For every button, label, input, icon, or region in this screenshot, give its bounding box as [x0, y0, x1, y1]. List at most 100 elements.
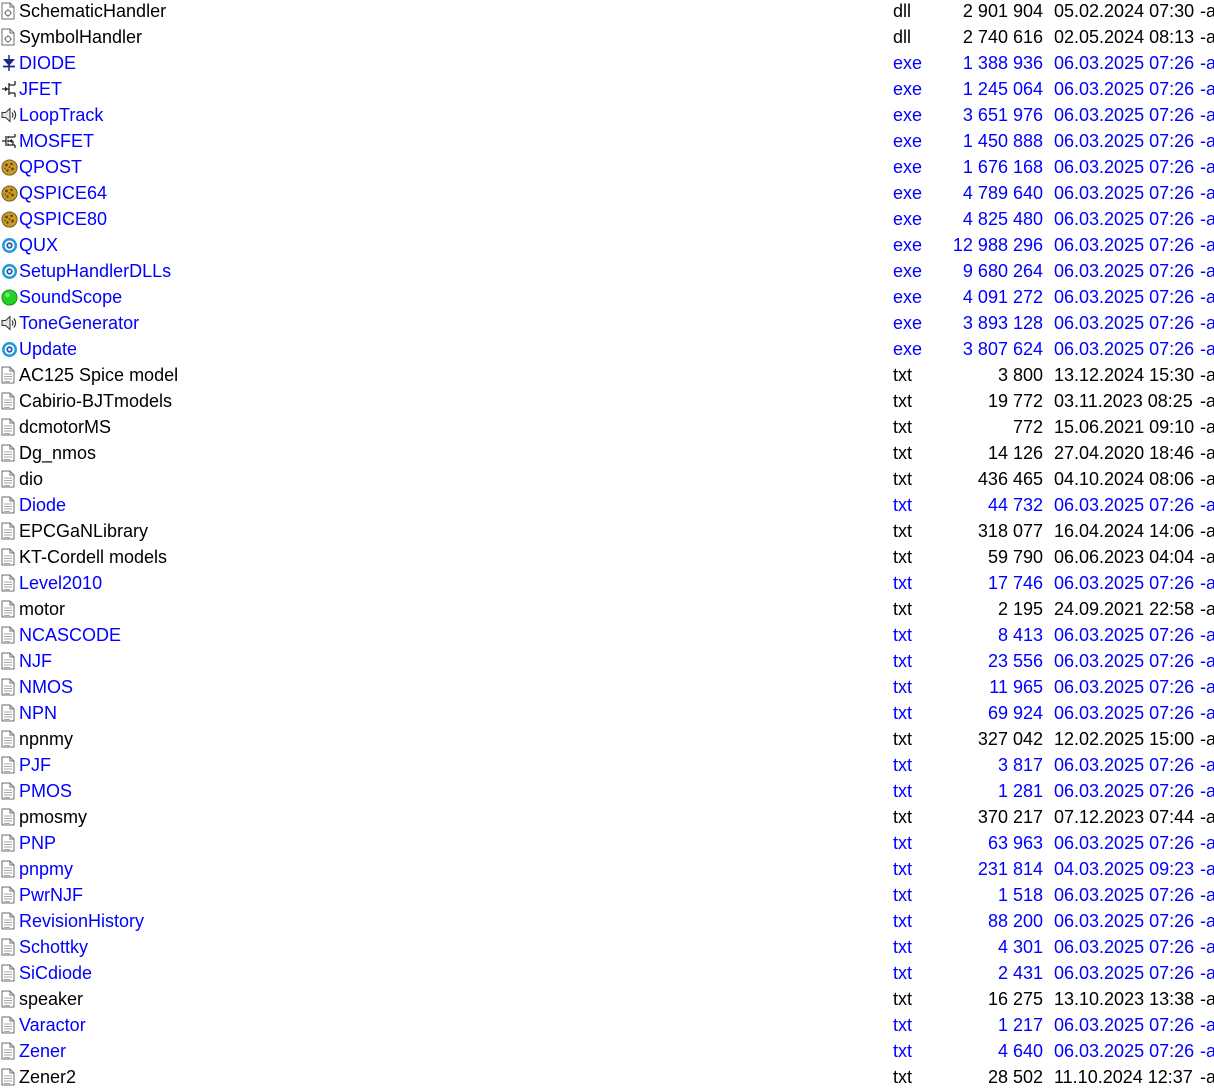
file-size: 327 042	[977, 729, 1043, 749]
text-file-icon	[1, 990, 17, 1008]
file-row[interactable]: KT-Cordell models txt 59 790 06.06.2023 04:…	[0, 544, 1214, 570]
file-row[interactable]: PMOS txt 1 281 06.03.2025 07:26 -a	[0, 778, 1214, 804]
file-name: SiCdiode	[19, 963, 93, 983]
file-row[interactable]: pnpmy txt 231 814 04.03.2025 09:23 -a	[0, 856, 1214, 882]
file-name: pnpmy	[19, 859, 74, 879]
file-attributes: -a	[1200, 937, 1214, 957]
file-attributes: -a	[1200, 1, 1214, 21]
file-size: 17 746	[987, 573, 1043, 593]
file-row[interactable]: JFET exe 1 245 064 06.03.2025 07:26 -a	[0, 76, 1214, 102]
file-row[interactable]: MOSFET exe 1 450 888 06.03.2025 07:26 -a	[0, 128, 1214, 154]
file-extension: txt	[893, 1015, 913, 1035]
file-size: 4 301	[997, 937, 1043, 957]
file-extension: txt	[893, 443, 913, 463]
speaker-icon	[1, 314, 17, 332]
file-row[interactable]: dio txt 436 465 04.10.2024 08:06 -a	[0, 466, 1214, 492]
file-extension: txt	[893, 729, 913, 749]
file-row[interactable]: PJF txt 3 817 06.03.2025 07:26 -a	[0, 752, 1214, 778]
qspice-cookie-icon	[1, 184, 18, 202]
blue-target-icon	[1, 340, 17, 358]
file-row[interactable]: LoopTrack exe 3 651 976 06.03.2025 07:26 -a	[0, 102, 1214, 128]
file-row[interactable]: SoundScope exe 4 091 272 06.03.2025 07:26 -a	[0, 284, 1214, 310]
file-row[interactable]: motor txt 2 195 24.09.2021 22:58 -a	[0, 596, 1214, 622]
file-size: 3 893 128	[962, 313, 1043, 333]
file-name: JFET	[19, 79, 62, 99]
file-date: 06.03.2025 07:26	[1054, 885, 1195, 905]
file-name: NCASCODE	[19, 625, 122, 645]
file-row[interactable]: ToneGenerator exe 3 893 128 06.03.2025 07:2…	[0, 310, 1214, 336]
file-extension: exe	[893, 105, 923, 125]
file-extension: txt	[893, 989, 913, 1009]
file-row[interactable]: EPCGaNLibrary txt 318 077 16.04.2024 14:06-…	[0, 518, 1214, 544]
file-extension: exe	[893, 157, 923, 177]
file-date: 06.03.2025 07:26	[1054, 313, 1195, 333]
file-row[interactable]: QUX exe 12 988 296 06.03.2025 07:26 -a	[0, 232, 1214, 258]
file-row[interactable]: Level2010 txt 17 746 06.03.2025 07:26 -a	[0, 570, 1214, 596]
file-date: 06.03.2025 07:26	[1054, 157, 1195, 177]
file-row[interactable]: Varactor txt 1 217 06.03.2025 07:26 -a	[0, 1012, 1214, 1038]
file-size: 14 126	[987, 443, 1043, 463]
text-file-icon	[1, 626, 17, 644]
file-attributes: -a	[1200, 469, 1214, 489]
file-name: SymbolHandler	[19, 27, 143, 47]
file-row[interactable]: RevisionHistory txt 88 200 06.03.2025 07:26…	[0, 908, 1214, 934]
file-attributes: -a	[1200, 599, 1214, 619]
file-name: QSPICE80	[19, 209, 108, 229]
file-row[interactable]: DIODE exe 1 388 936 06.03.2025 07:26 -a	[0, 50, 1214, 76]
file-size: 69 924	[987, 703, 1043, 723]
file-row[interactable]: PwrNJF txt 1 518 06.03.2025 07:26 -a	[0, 882, 1214, 908]
file-row[interactable]: Zener2 txt 28 502 11.10.2024 12:37 -a	[0, 1064, 1214, 1090]
file-row[interactable]: SiCdiode txt 2 431 06.03.2025 07:26 -a	[0, 960, 1214, 986]
file-extension: txt	[893, 911, 913, 931]
file-extension: txt	[893, 495, 913, 515]
file-row[interactable]: NJF txt 23 556 06.03.2025 07:26 -a	[0, 648, 1214, 674]
file-row[interactable]: dcmotorMS txt 772 15.06.2021 09:10 -a	[0, 414, 1214, 440]
file-row[interactable]: NCASCODE txt 8 413 06.03.2025 07:26 -a	[0, 622, 1214, 648]
file-extension: txt	[893, 963, 913, 983]
text-file-icon	[1, 418, 17, 436]
file-extension: exe	[893, 209, 923, 229]
file-row[interactable]: Cabirio-BJTmodels txt 19 772 03.11.2023 08:…	[0, 388, 1214, 414]
file-row[interactable]: Dg_nmos txt 14 126 27.04.2020 18:46 -a	[0, 440, 1214, 466]
file-row[interactable]: QSPICE80 exe 4 825 480 06.03.2025 07:26 -a	[0, 206, 1214, 232]
file-row[interactable]: QSPICE64 exe 4 789 640 06.03.2025 07:26 -a	[0, 180, 1214, 206]
file-size: 19 772	[987, 391, 1043, 411]
file-size: 16 275	[987, 989, 1043, 1009]
file-row[interactable]: AC125 Spice model txt 3 800 13.12.2024 15:3…	[0, 362, 1214, 388]
file-extension: txt	[893, 859, 913, 879]
file-row[interactable]: SetupHandlerDLLs exe 9 680 264 06.03.2025 0…	[0, 258, 1214, 284]
file-extension: txt	[893, 885, 913, 905]
file-extension: exe	[893, 313, 923, 333]
file-list: SchematicHandler dll 2 901 904 05.02.2024 0…	[0, 0, 1214, 1091]
file-date: 06.03.2025 07:26	[1054, 1041, 1195, 1061]
file-row[interactable]: QPOST exe 1 676 168 06.03.2025 07:26 -a	[0, 154, 1214, 180]
file-extension: txt	[893, 417, 913, 437]
file-size: 4 825 480	[962, 209, 1043, 229]
file-extension: txt	[893, 781, 913, 801]
text-file-icon	[1, 782, 17, 800]
file-name: PNP	[19, 833, 57, 853]
text-file-icon	[1, 1068, 17, 1086]
file-row[interactable]: NPN txt 69 924 06.03.2025 07:26 -a	[0, 700, 1214, 726]
file-row[interactable]: SchematicHandler dll 2 901 904 05.02.2024 0…	[0, 0, 1214, 24]
file-name: QSPICE64	[19, 183, 108, 203]
file-name: dio	[19, 469, 44, 489]
file-row[interactable]: Schottky txt 4 301 06.03.2025 07:26 -a	[0, 934, 1214, 960]
file-row[interactable]: speaker txt 16 275 13.10.2023 13:38 -a	[0, 986, 1214, 1012]
file-date: 06.03.2025 07:26	[1054, 53, 1195, 73]
file-attributes: -a	[1200, 183, 1214, 203]
file-row[interactable]: NMOS txt 11 965 06.03.2025 07:26 -a	[0, 674, 1214, 700]
file-row[interactable]: Diode txt 44 732 06.03.2025 07:26 -a	[0, 492, 1214, 518]
text-file-icon	[1, 730, 17, 748]
file-row[interactable]: npnmy txt 327 042 12.02.2025 15:00 -a	[0, 726, 1214, 752]
file-attributes: -a	[1200, 131, 1214, 151]
file-date: 06.03.2025 07:26	[1054, 703, 1195, 723]
text-file-icon	[1, 392, 17, 410]
text-file-icon	[1, 912, 17, 930]
file-row[interactable]: Zener txt 4 640 06.03.2025 07:26 -a	[0, 1038, 1214, 1064]
file-row[interactable]: pmosmy txt 370 217 07.12.2023 07:44 -a	[0, 804, 1214, 830]
file-row[interactable]: SymbolHandler dll 2 740 616 02.05.2024 08:1…	[0, 24, 1214, 50]
file-extension: txt	[893, 937, 913, 957]
file-row[interactable]: PNP txt 63 963 06.03.2025 07:26 -a	[0, 830, 1214, 856]
file-row[interactable]: Update exe 3 807 624 06.03.2025 07:26 -a	[0, 336, 1214, 362]
